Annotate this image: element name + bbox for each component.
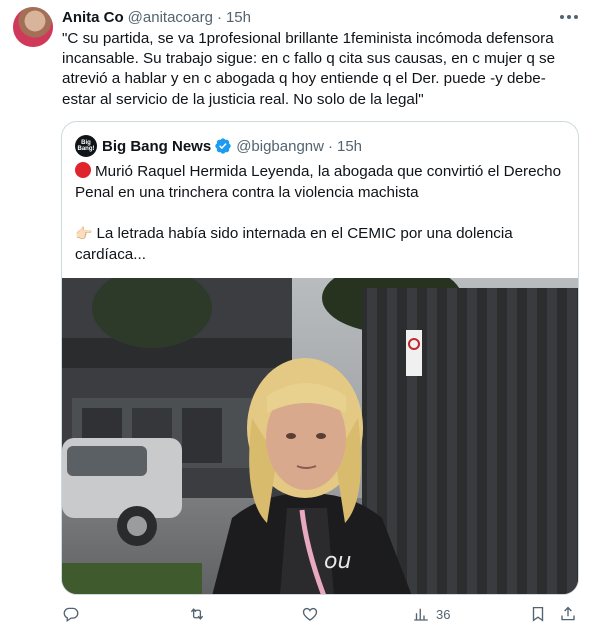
tweet-time[interactable]: 15h <box>226 9 251 26</box>
share-icon <box>561 606 575 621</box>
reply-button[interactable] <box>62 603 86 625</box>
author-avatar[interactable] <box>13 7 53 47</box>
quoted-photo[interactable]: ou <box>62 278 578 594</box>
red-circle-icon <box>75 162 91 178</box>
quoted-avatar[interactable]: Big Bang! <box>75 135 97 157</box>
quoted-tweet[interactable]: Big Bang! Big Bang News @bigbangnw · 15h … <box>61 121 579 595</box>
bookmark-button[interactable] <box>529 603 547 625</box>
retweet-button[interactable] <box>188 603 212 625</box>
tweet[interactable]: Anita Co @anitacoarg · 15h "C su partida… <box>0 0 597 630</box>
author-name[interactable]: Anita Co <box>62 9 124 26</box>
verified-icon <box>215 138 231 154</box>
quoted-author-handle: @bigbangnw <box>236 137 324 155</box>
quoted-summary: La letrada había sido internada en el CE… <box>75 225 513 263</box>
quoted-text: Murió Raquel Hermida Leyenda, la abogada… <box>75 162 570 265</box>
views-button[interactable]: 36 <box>412 603 450 625</box>
retweet-icon <box>190 608 204 620</box>
quoted-time: 15h <box>336 137 363 155</box>
views-count: 36 <box>436 606 451 622</box>
like-button[interactable] <box>301 603 325 625</box>
bookmark-icon <box>532 606 544 622</box>
action-bar: 36 <box>62 603 582 627</box>
more-icon[interactable] <box>560 8 578 26</box>
shirt-text: ou <box>324 549 351 574</box>
views-icon <box>414 608 428 621</box>
quoted-headline: Murió Raquel Hermida Leyenda, la abogada… <box>75 163 562 201</box>
woman-photo-image: ou <box>62 278 578 594</box>
quoted-separator-dot: · <box>327 137 333 155</box>
share-button[interactable] <box>559 603 577 625</box>
quoted-header: Big Bang! Big Bang News @bigbangnw · 15h <box>75 135 362 157</box>
like-icon <box>302 607 318 621</box>
quoted-author-name: Big Bang News <box>102 137 212 155</box>
tweet-header: Anita Co @anitacoarg · 15h <box>62 7 251 27</box>
tweet-text: "C su partida, se va 1profesional brilla… <box>62 30 556 108</box>
separator-dot: · <box>216 8 222 26</box>
pointing-hand-icon: 👉🏻 <box>75 225 93 241</box>
author-handle[interactable]: @anitacoarg <box>128 9 213 26</box>
reply-icon <box>63 607 79 623</box>
